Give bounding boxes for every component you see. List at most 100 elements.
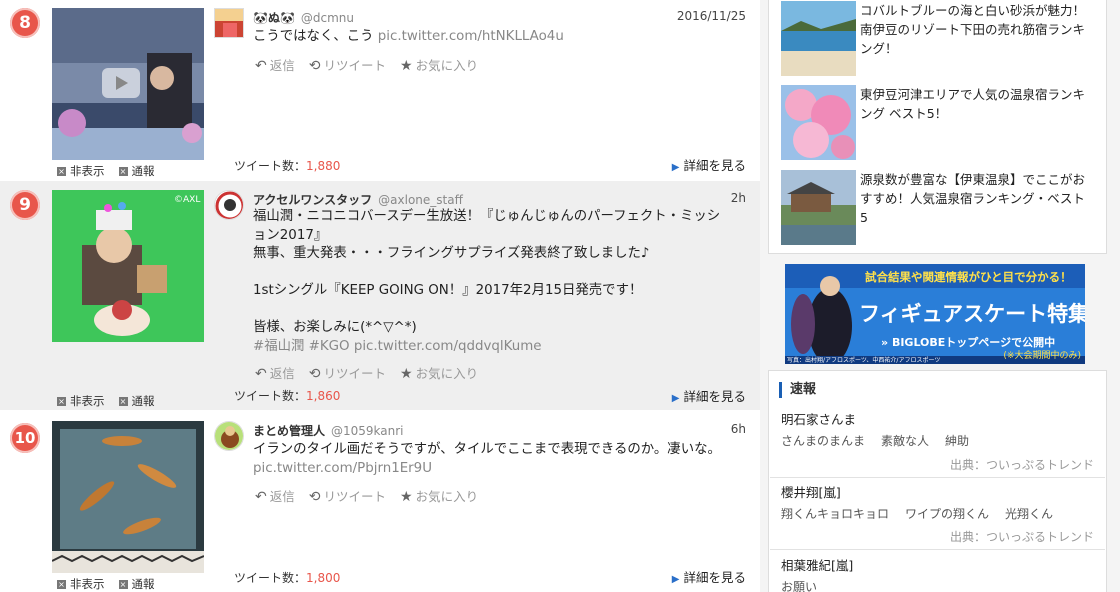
news-source: 出典：ついっぷるトレンド	[949, 530, 1094, 544]
tweet-link[interactable]: #福山潤 #KGO pic.twitter.com/qddvqlKume	[253, 338, 748, 357]
news-tag[interactable]: 翔くんキョロキョロ	[781, 505, 889, 522]
tweet-thumbnail[interactable]	[52, 421, 204, 573]
tweet-text: イランのタイル画だそうですが、タイルでここまで表現できるのか。凄いな。 pic.…	[253, 441, 748, 478]
reply-button[interactable]: ↶ 返信	[255, 55, 295, 74]
star-icon: ★	[400, 58, 413, 74]
thumb-watermark: ©AXL	[174, 195, 200, 205]
tweet-thumbnail[interactable]: ©AXL	[52, 190, 204, 342]
tweet-actions: ↶ 返信 ⟲ リツイート ★ お気に入り	[255, 363, 478, 382]
news-item-tags: 翔くんキョロキョロ ワイプの翔くん 光翔くん	[781, 505, 1053, 522]
rank-badge: 8	[10, 8, 40, 38]
news-item-title[interactable]: 明石家さんま	[781, 409, 856, 428]
news-source: 出典：ついっぷるトレンド	[949, 458, 1094, 472]
news-item-tags: さんまのまんま 素敵な人 紳助	[781, 432, 969, 449]
banner-note: (※大会期間中のみ)	[1003, 351, 1081, 361]
ranking-item[interactable]: 源泉数が豊富な【伊東温泉】でここがおすすめ！人気温泉宿ランキング・ベスト5	[781, 170, 1101, 245]
hide-button[interactable]: × 非表示	[57, 393, 105, 409]
reply-button[interactable]: ↶ 返信	[255, 363, 295, 382]
tweet-time: 2016/11/25	[676, 9, 746, 23]
tweet-thumbnail[interactable]	[52, 8, 204, 160]
report-button[interactable]: × 通報	[118, 393, 155, 409]
favorite-button[interactable]: ★ お気に入り	[400, 55, 478, 74]
tweet-time: 6h	[730, 422, 746, 436]
tweet-link[interactable]: pic.twitter.com/htNKLLAo4u	[378, 29, 564, 44]
page: 8 × 非表示 × 通報 🐼ぬ🐼 @dcmnu 2016/11/25 こうではな…	[0, 0, 1120, 592]
hide-button[interactable]: × 非表示	[57, 163, 105, 179]
avatar[interactable]	[214, 421, 244, 451]
tweet-count: ツイート数：1,880	[234, 159, 341, 173]
rank-badge: 10	[10, 423, 40, 453]
ranking-text: 東伊豆河津エリアで人気の温泉宿ランキング ベスト5！	[860, 87, 1086, 121]
reply-icon: ↶	[255, 489, 267, 505]
news-box: 速報 明石家さんま さんまのまんま 素敵な人 紳助 出典：ついっぷるトレンド 櫻…	[768, 370, 1107, 592]
star-icon: ★	[400, 366, 413, 382]
reply-button[interactable]: ↶ 返信	[255, 486, 295, 505]
report-button[interactable]: × 通報	[118, 576, 155, 592]
tweet-actions: ↶ 返信 ⟲ リツイート ★ お気に入り	[255, 486, 478, 505]
retweet-icon: ⟲	[308, 489, 321, 505]
divider	[770, 549, 1105, 550]
tweet-time: 2h	[730, 191, 746, 205]
retweet-icon: ⟲	[308, 366, 321, 382]
news-item-title[interactable]: 相葉雅紀[嵐]	[781, 555, 853, 574]
reply-icon: ↶	[255, 58, 267, 74]
star-icon: ★	[400, 489, 413, 505]
triangle-icon: ▶	[671, 162, 680, 173]
tweet-list: 8 × 非表示 × 通報 🐼ぬ🐼 @dcmnu 2016/11/25 こうではな…	[0, 0, 760, 592]
thumb-controls: × 非表示 × 通報	[57, 576, 155, 592]
news-tag[interactable]: 紳助	[945, 432, 969, 449]
retweet-icon: ⟲	[308, 58, 321, 74]
tweet-count: ツイート数：1,800	[234, 571, 341, 585]
retweet-button[interactable]: ⟲ リツイート	[309, 486, 386, 505]
ranking-box: コバルトブルーの海と白い砂浜が魅力！南伊豆のリゾート下田の売れ筋宿ランキング！ …	[768, 0, 1107, 254]
figure-skating-banner[interactable]: 試合結果や関連情報がひと目で分かる！ フィギュアスケート特集 » BIGLOBE…	[785, 264, 1085, 364]
tweet-text: 福山潤・ニコニコバースデー生放送！『じゅんじゅんのパーフェクト・ミッシ ョン20…	[253, 208, 748, 356]
tweet-link[interactable]: pic.twitter.com/Pbjrn1Er9U	[253, 460, 748, 479]
ranking-image	[781, 170, 856, 245]
tweet-item: 10 × 非表示 × 通報 まとめ管理人 @1059kanri 6h イランのタイル画…	[0, 412, 760, 592]
ranking-item[interactable]: 東伊豆河津エリアで人気の温泉宿ランキング ベスト5！	[781, 85, 1101, 160]
banner-credit: 写真：出村翔/アフロスポーツ、中西祐介/アフロスポーツ	[787, 357, 941, 364]
news-item-tags: お願い	[781, 578, 817, 592]
news-tag[interactable]: 素敵な人	[881, 432, 929, 449]
details-link[interactable]: ▶ 詳細を見る	[672, 155, 746, 174]
thumb-controls: × 非表示 × 通報	[57, 393, 155, 409]
details-link[interactable]: ▶ 詳細を見る	[672, 567, 746, 586]
divider	[770, 477, 1105, 478]
banner-top-text: 試合結果や関連情報がひと目で分かる！	[865, 270, 1072, 284]
ranking-text: 源泉数が豊富な【伊東温泉】でここがおすすめ！人気温泉宿ランキング・ベスト5	[860, 172, 1086, 225]
report-button[interactable]: × 通報	[118, 163, 155, 179]
favorite-button[interactable]: ★ お気に入り	[400, 363, 478, 382]
retweet-button[interactable]: ⟲ リツイート	[309, 363, 386, 382]
triangle-icon: ▶	[671, 393, 680, 404]
reply-icon: ↶	[255, 366, 267, 382]
retweet-button[interactable]: ⟲ リツイート	[309, 55, 386, 74]
rank-badge: 9	[10, 190, 40, 220]
details-link[interactable]: ▶ 詳細を見る	[672, 386, 746, 405]
ranking-image	[781, 1, 856, 76]
news-tag[interactable]: お願い	[781, 578, 817, 592]
avatar[interactable]	[214, 190, 244, 220]
ranking-item[interactable]: コバルトブルーの海と白い砂浜が魅力！南伊豆のリゾート下田の売れ筋宿ランキング！	[781, 1, 1101, 76]
banner-main-text: フィギュアスケート特集	[859, 302, 1085, 326]
ranking-text: コバルトブルーの海と白い砂浜が魅力！南伊豆のリゾート下田の売れ筋宿ランキング！	[860, 3, 1086, 56]
tweet-text: こうではなく、こう pic.twitter.com/htNKLLAo4u	[253, 29, 564, 44]
tweet-item: 9 ©AXL × 非表示 × 通報 アクセルワンスタッフ @axlone_staff …	[0, 181, 760, 410]
ranking-image	[781, 85, 856, 160]
news-item-title[interactable]: 櫻井翔[嵐]	[781, 482, 841, 501]
news-tag[interactable]: 光翔くん	[1005, 505, 1053, 522]
tweet-count: ツイート数：1,860	[234, 389, 341, 403]
hide-button[interactable]: × 非表示	[57, 576, 105, 592]
avatar[interactable]	[214, 8, 244, 38]
news-heading: 速報	[779, 382, 816, 398]
favorite-button[interactable]: ★ お気に入り	[400, 486, 478, 505]
news-tag[interactable]: さんまのまんま	[781, 432, 865, 449]
thumb-controls: × 非表示 × 通報	[57, 163, 155, 179]
news-tag[interactable]: ワイプの翔くん	[905, 505, 989, 522]
tweet-item: 8 × 非表示 × 通報 🐼ぬ🐼 @dcmnu 2016/11/25 こうではな…	[0, 0, 760, 178]
user-name[interactable]: アクセルワンスタッフ @axlone_staff	[253, 191, 463, 208]
user-name[interactable]: まとめ管理人 @1059kanri	[253, 422, 404, 439]
tweet-actions: ↶ 返信 ⟲ リツイート ★ お気に入り	[255, 55, 478, 74]
user-name[interactable]: 🐼ぬ🐼 @dcmnu	[253, 9, 354, 26]
triangle-icon: ▶	[671, 574, 680, 585]
